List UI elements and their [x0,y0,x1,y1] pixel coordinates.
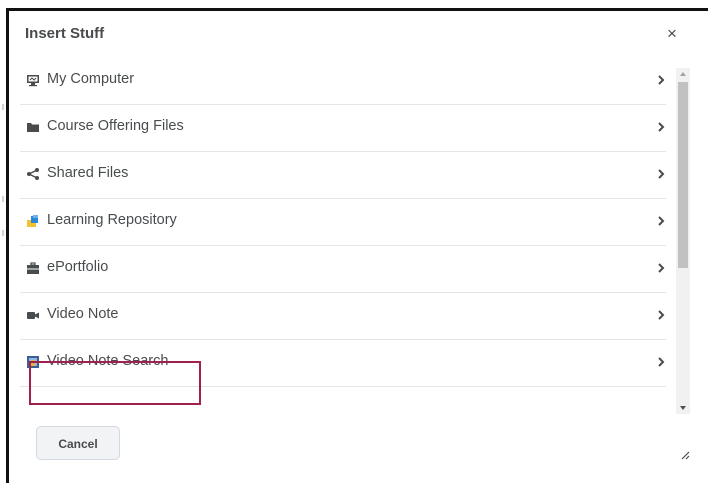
list-scrollbar[interactable] [676,68,690,414]
list-item-label: My Computer [47,71,135,87]
chevron-right-icon [658,263,665,273]
list-item-my-computer[interactable]: My Computer [20,58,666,105]
list-item-video-note-search[interactable]: Video Note Search [20,340,666,387]
list-item-shared-files[interactable]: Shared Files [20,152,666,199]
list-item-label: Shared Files [47,165,129,181]
screenshot-frame: Insert Stuff × My Computer Course Offeri… [0,0,708,483]
list-item-learning-repository[interactable]: Learning Repository [20,199,666,246]
frame-border-top [6,8,708,11]
folder-icon [27,123,39,132]
scroll-thumb[interactable] [678,82,688,268]
list-item-eportfolio[interactable]: ePortfolio [20,246,666,293]
list-item-label: ePortfolio [47,259,109,275]
chevron-right-icon [658,216,665,226]
list-item-label: Video Note [47,306,119,322]
cancel-button[interactable]: Cancel [36,426,120,460]
chevron-right-icon [658,310,665,320]
chevron-right-icon [658,169,665,179]
chevron-right-icon [658,75,665,85]
close-button[interactable]: × [664,25,680,43]
list-item-course-offering-files[interactable]: Course Offering Files [20,105,666,152]
list-item-label: Learning Repository [47,212,177,228]
dialog-title: Insert Stuff [25,25,105,42]
chevron-right-icon [658,357,665,367]
close-icon: × [667,24,677,43]
share-icon [27,168,39,180]
scroll-up-arrow-icon[interactable] [676,68,690,80]
source-list-viewport: My Computer Course Offering Files Shared… [20,58,680,411]
video-note-search-icon [27,356,39,368]
chevron-right-icon [658,122,665,132]
background-marker [2,196,4,202]
computer-icon [27,75,39,87]
briefcase-icon [27,262,39,274]
background-marker [2,230,4,236]
scroll-down-arrow-icon[interactable] [676,402,690,414]
repository-icon [27,215,38,227]
frame-border-left [6,8,9,483]
video-camera-icon [27,312,39,319]
background-marker [2,104,4,110]
list-item-label: Video Note Search [47,353,169,369]
list-item-video-note[interactable]: Video Note [20,293,666,340]
source-list: My Computer Course Offering Files Shared… [20,58,666,387]
list-item-label: Course Offering Files [47,118,184,134]
resize-handle-icon[interactable] [678,448,690,460]
